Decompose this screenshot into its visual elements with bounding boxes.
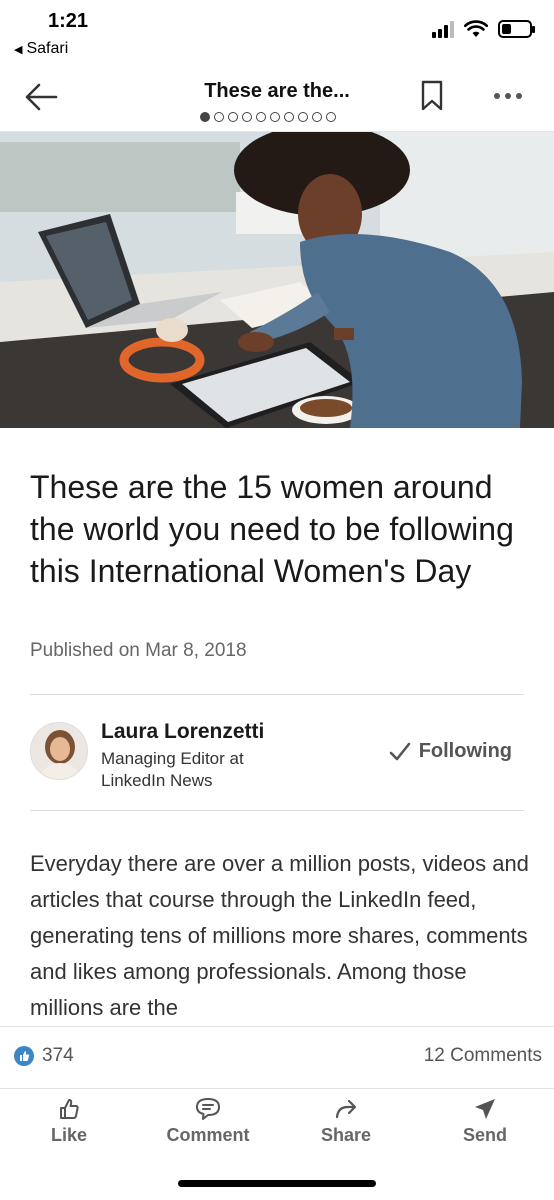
published-date: Published on Mar 8, 2018 — [30, 640, 247, 661]
checkmark-icon — [389, 742, 410, 760]
battery-icon — [498, 20, 535, 38]
send-button[interactable]: Send — [435, 1097, 535, 1146]
share-arrow-icon — [335, 1099, 357, 1119]
share-button[interactable]: Share — [296, 1097, 396, 1146]
back-to-app-link[interactable]: ◀ Safari — [14, 40, 68, 58]
page-dot — [242, 112, 252, 122]
cellular-signal-icon — [432, 20, 454, 38]
back-triangle-icon: ◀ — [14, 43, 23, 56]
page-dot — [270, 112, 280, 122]
bookmark-icon[interactable] — [420, 80, 444, 112]
article-hero-image — [0, 132, 554, 428]
page-dot — [312, 112, 322, 122]
social-stats-bar: 374 12 Comments — [0, 1026, 554, 1088]
comment-label: Comment — [166, 1125, 250, 1145]
like-button[interactable]: Like — [19, 1097, 119, 1146]
page-dot — [326, 112, 336, 122]
hero-illustration — [0, 132, 554, 428]
status-bar: 1:21 ◀ Safari — [0, 0, 554, 70]
page-dot — [284, 112, 294, 122]
page-dot — [214, 112, 224, 122]
page-dot — [298, 112, 308, 122]
more-icon[interactable] — [494, 86, 530, 106]
send-plane-icon — [475, 1099, 495, 1119]
back-arrow-icon[interactable] — [22, 80, 62, 114]
clock: 1:21 — [48, 10, 89, 32]
article-headline: These are the 15 women around the world … — [30, 469, 514, 589]
divider — [30, 810, 524, 811]
comment-button[interactable]: Comment — [158, 1097, 258, 1146]
home-indicator[interactable] — [178, 1180, 376, 1187]
nav-title: These are the... — [204, 80, 350, 102]
page-indicator — [200, 112, 336, 122]
status-icons — [432, 20, 535, 38]
thumbs-up-icon — [60, 1099, 79, 1119]
send-label: Send — [462, 1125, 507, 1145]
page-dot — [228, 112, 238, 122]
author-photo — [31, 723, 87, 779]
comments-count[interactable]: 12 Comments — [424, 1045, 542, 1067]
like-label: Like — [50, 1125, 88, 1145]
page-dot — [256, 112, 266, 122]
wifi-icon — [464, 20, 488, 37]
divider — [30, 694, 524, 695]
following-button[interactable]: Following — [389, 740, 512, 763]
author-card[interactable]: Laura Lorenzetti Managing Editor at Link… — [30, 720, 524, 790]
comment-icon — [196, 1098, 220, 1120]
back-app-label: Safari — [26, 40, 69, 57]
following-label: Following — [418, 740, 512, 762]
share-label: Share — [320, 1125, 372, 1145]
likes-count[interactable]: 374 — [14, 1045, 74, 1067]
likes-number: 374 — [42, 1045, 74, 1066]
like-badge-icon — [14, 1046, 34, 1066]
author-name[interactable]: Laura Lorenzetti — [101, 720, 264, 744]
page-dot — [200, 112, 210, 122]
avatar[interactable] — [30, 722, 88, 780]
author-title: Managing Editor at LinkedIn News — [101, 749, 244, 790]
article-body: Everyday there are over a million posts,… — [30, 851, 529, 1020]
action-bar: Like Comment Share Send — [0, 1088, 554, 1160]
article-nav-bar: These are the... — [0, 70, 554, 132]
